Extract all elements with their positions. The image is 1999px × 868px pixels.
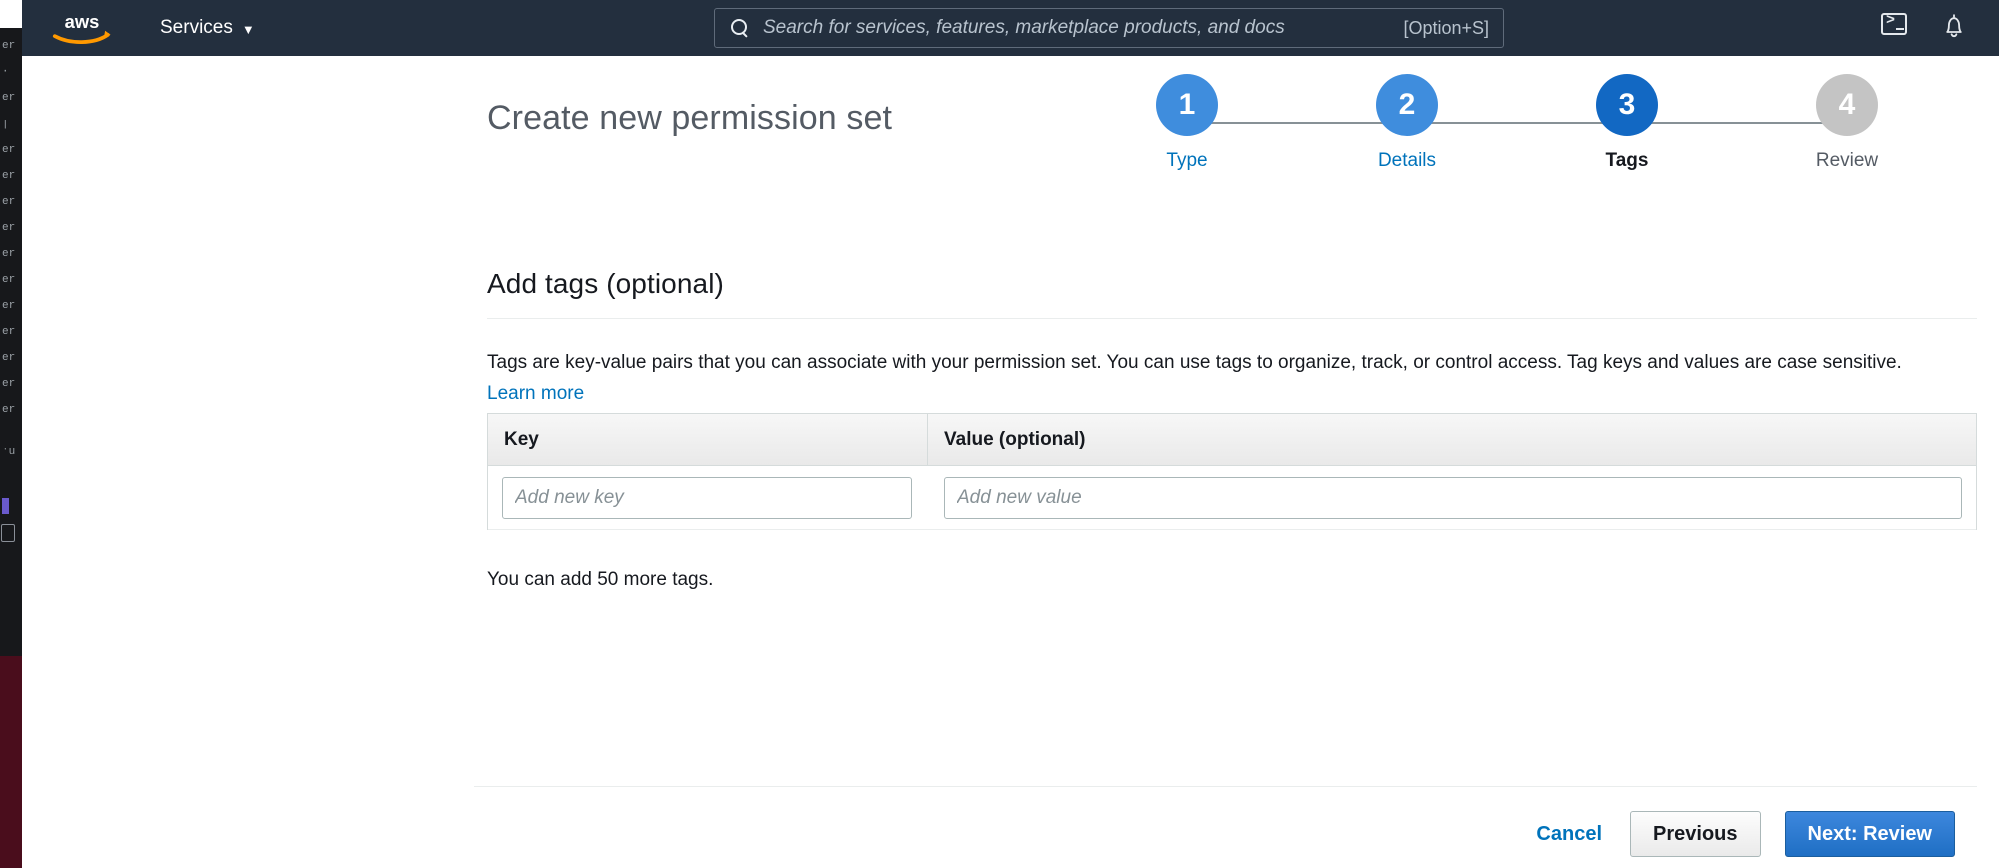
tag-key-input[interactable] — [502, 476, 912, 519]
section-divider — [487, 318, 1977, 319]
wizard-track — [1187, 122, 1867, 124]
global-search-bar[interactable]: Search for services, features, marketpla… — [714, 8, 1504, 48]
tag-value-input[interactable] — [944, 476, 1962, 519]
column-header-value: Value (optional) — [944, 428, 1086, 450]
column-header-key: Key — [488, 414, 928, 465]
wizard-step-review-number: 4 — [1816, 74, 1878, 136]
learn-more-link[interactable]: Learn more — [487, 383, 584, 404]
bell-icon — [1941, 13, 1967, 39]
wizard-step-indicator: 1 Type 2 Details 3 Tags 4 Review — [1132, 74, 1922, 209]
svg-text:aws: aws — [65, 11, 100, 32]
wizard-step-tags[interactable]: 3 Tags — [1572, 74, 1682, 172]
section-heading: Add tags (optional) — [487, 268, 724, 299]
wizard-step-review-label: Review — [1815, 150, 1879, 171]
services-menu[interactable]: Services ▼ — [154, 0, 261, 56]
page-title: Create new permission set — [487, 98, 893, 137]
remaining-tags-note: You can add 50 more tags. — [487, 569, 714, 590]
wizard-step-tags-number: 3 — [1596, 74, 1658, 136]
tags-table: Key Value (optional) — [487, 413, 1977, 530]
wizard-step-type-label: Type — [1166, 150, 1208, 171]
next-review-button[interactable]: Next: Review — [1784, 811, 1955, 857]
search-shortcut-hint: [Option+S] — [1403, 17, 1489, 38]
wizard-footer-actions: Cancel Previous Next: Review — [1532, 811, 1955, 857]
page-body: Create new permission set 1 Type 2 Detai… — [22, 56, 1999, 868]
wizard-step-tags-label: Tags — [1605, 150, 1649, 171]
cancel-button[interactable]: Cancel — [1532, 817, 1606, 852]
cloudshell-icon — [1881, 12, 1907, 35]
tags-table-header: Key Value (optional) — [488, 414, 1976, 466]
section-description: Tags are key-value pairs that you can as… — [487, 347, 1942, 409]
wizard-step-type[interactable]: 1 Type — [1132, 74, 1242, 172]
wizard-step-details[interactable]: 2 Details — [1352, 74, 1462, 172]
aws-logo[interactable]: aws — [48, 10, 116, 46]
section-description-text: Tags are key-value pairs that you can as… — [487, 352, 1902, 373]
previous-button[interactable]: Previous — [1630, 811, 1761, 857]
chevron-down-icon: ▼ — [241, 21, 255, 37]
search-input-placeholder: Search for services, features, marketpla… — [763, 17, 1285, 38]
services-menu-label: Services — [160, 17, 233, 38]
cloudshell-button[interactable] — [1881, 12, 1911, 43]
top-navigation-actions — [1881, 0, 1971, 56]
wizard-step-details-label: Details — [1377, 150, 1437, 171]
background-terminal-pane — [0, 656, 22, 868]
footer-divider — [474, 786, 1977, 787]
section-header: Add tags (optional) — [487, 268, 1977, 300]
wizard-step-review: 4 Review — [1792, 74, 1902, 172]
wizard-step-type-number: 1 — [1156, 74, 1218, 136]
notifications-button[interactable] — [1941, 13, 1971, 43]
wizard-step-details-number: 2 — [1376, 74, 1438, 136]
aws-top-navigation: aws Services ▼ Search for services, feat… — [22, 0, 1999, 56]
table-row — [488, 466, 1976, 530]
search-icon — [729, 18, 749, 38]
